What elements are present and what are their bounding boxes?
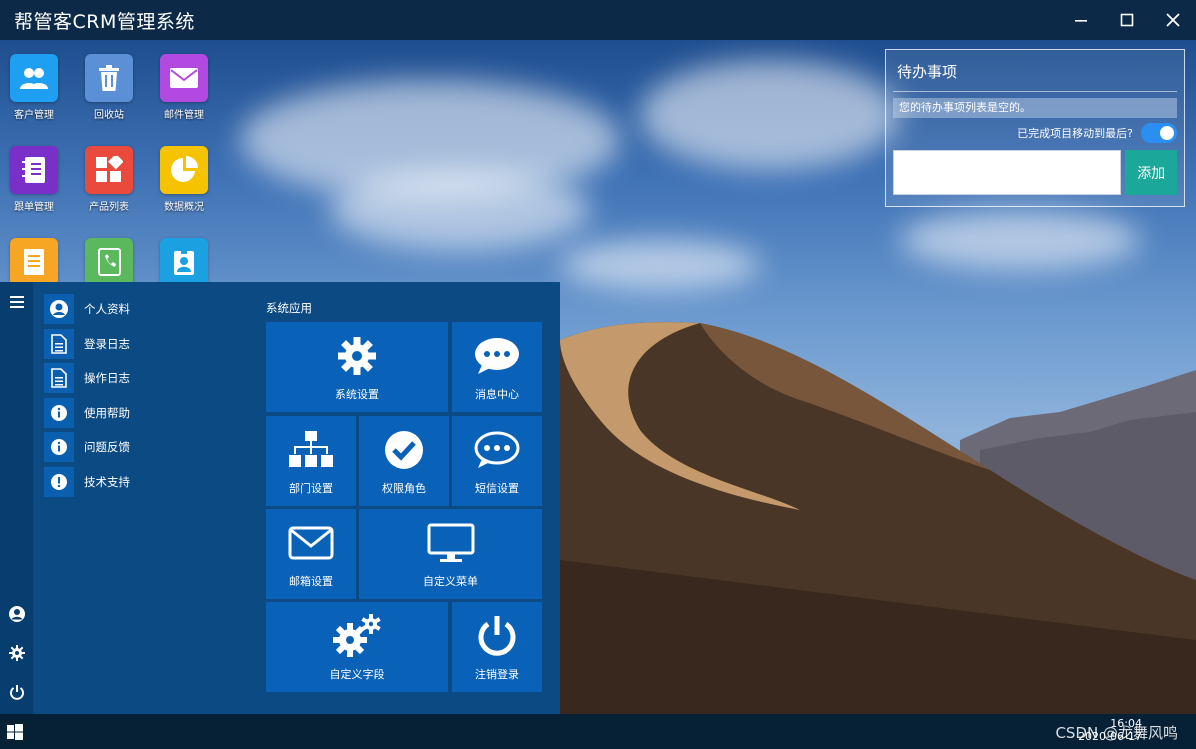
menu-item-operation-log[interactable]: 操作日志 xyxy=(44,361,244,396)
menu-item-login-log[interactable]: 登录日志 xyxy=(44,327,244,362)
contacts-book-icon xyxy=(85,238,133,286)
tile-system-settings[interactable]: 系统设置 xyxy=(266,322,448,412)
info-icon xyxy=(44,432,74,463)
users-icon xyxy=(10,54,58,102)
todo-toggle-row: 已完成项目移动到最后? xyxy=(893,118,1177,148)
gear-icon xyxy=(266,322,448,390)
start-button[interactable] xyxy=(0,714,30,749)
desktop-icon-products[interactable]: 产品列表 xyxy=(77,146,141,213)
tile-logout[interactable]: 注销登录 xyxy=(452,602,542,692)
menu-item-help[interactable]: 使用帮助 xyxy=(44,396,244,431)
todo-input-row: 添加 xyxy=(893,150,1177,195)
gears-icon xyxy=(266,602,448,670)
minimize-button[interactable] xyxy=(1058,0,1104,40)
tile-mailbox-settings[interactable]: 邮箱设置 xyxy=(266,509,356,599)
windows-logo-icon xyxy=(7,723,23,740)
menu-item-feedback[interactable]: 问题反馈 xyxy=(44,430,244,465)
maximize-button[interactable] xyxy=(1104,0,1150,40)
chat-bubble-icon xyxy=(452,416,542,484)
trash-icon xyxy=(85,54,133,102)
user-circle-icon xyxy=(44,294,74,325)
exclamation-icon xyxy=(44,466,74,497)
document-icon xyxy=(10,238,58,286)
todo-add-button[interactable]: 添加 xyxy=(1125,150,1177,195)
window-controls xyxy=(1058,0,1196,40)
hamburger-button[interactable] xyxy=(0,287,33,317)
tile-sms-settings[interactable]: 短信设置 xyxy=(452,416,542,506)
menu-item-tech-support[interactable]: 技术支持 xyxy=(44,465,244,500)
todo-title: 待办事项 xyxy=(893,50,1177,92)
sitemap-icon xyxy=(266,416,356,484)
start-menu-rail xyxy=(0,282,33,714)
notebook-icon xyxy=(10,146,58,194)
maximize-icon xyxy=(1120,13,1134,27)
close-icon xyxy=(1166,13,1180,27)
info-icon xyxy=(44,397,74,428)
gear-icon xyxy=(8,645,25,661)
todo-input[interactable] xyxy=(893,150,1122,195)
desktop-icon-data-overview[interactable]: 数据概况 xyxy=(152,146,216,213)
monitor-icon xyxy=(359,509,542,577)
power-icon xyxy=(452,602,542,670)
hamburger-icon xyxy=(9,296,24,308)
title-bar: 帮管客CRM管理系统 xyxy=(0,0,1196,40)
id-badge-icon xyxy=(160,238,208,286)
desktop-icon-follow-up[interactable]: 跟单管理 xyxy=(2,146,66,213)
chat-bubble-icon xyxy=(452,322,542,390)
pie-icon xyxy=(160,146,208,194)
rail-settings-button[interactable] xyxy=(0,638,33,668)
toggle-knob xyxy=(1160,126,1174,140)
check-circle-icon xyxy=(359,416,449,484)
tile-permission-roles[interactable]: 权限角色 xyxy=(359,416,449,506)
desktop-icon-mail[interactable]: 邮件管理 xyxy=(152,54,216,121)
tile-department-settings[interactable]: 部门设置 xyxy=(266,416,356,506)
mail-icon xyxy=(160,54,208,102)
file-icon xyxy=(44,328,74,359)
todo-empty-message: 您的待办事项列表是空的。 xyxy=(893,98,1177,118)
user-circle-icon xyxy=(8,606,25,622)
file-icon xyxy=(44,363,74,394)
start-menu-list: 个人资料 登录日志 操作日志 使用帮助 问题反馈 技术支持 xyxy=(44,292,244,499)
window-title: 帮管客CRM管理系统 xyxy=(14,10,195,33)
power-icon xyxy=(9,685,24,700)
grid-icon xyxy=(85,146,133,194)
csdn-watermark: CSDN @龙舞风鸣 xyxy=(1055,724,1178,742)
rail-profile-button[interactable] xyxy=(0,599,33,629)
todo-toggle-label: 已完成项目移动到最后? xyxy=(1017,127,1133,140)
tile-custom-fields[interactable]: 自定义字段 xyxy=(266,602,448,692)
tile-custom-menu[interactable]: 自定义菜单 xyxy=(359,509,542,599)
tile-message-center[interactable]: 消息中心 xyxy=(452,322,542,412)
envelope-icon xyxy=(266,509,356,577)
desktop-icon-recycle-bin[interactable]: 回收站 xyxy=(77,54,141,121)
desktop-icon-customers[interactable]: 客户管理 xyxy=(2,54,66,121)
crm-window: 帮管客CRM管理系统 客户管理 回收站 邮件管理 跟单管理 产品列表 数据概况 … xyxy=(0,0,1196,749)
move-completed-toggle[interactable] xyxy=(1141,123,1177,143)
taskbar: 16:04 2020-06-17 CSDN @龙舞风鸣 xyxy=(0,714,1196,749)
close-button[interactable] xyxy=(1150,0,1196,40)
todo-widget: 待办事项 您的待办事项列表是空的。 已完成项目移动到最后? 添加 xyxy=(885,49,1185,207)
rail-power-button[interactable] xyxy=(0,677,33,707)
menu-item-profile[interactable]: 个人资料 xyxy=(44,292,244,327)
minimize-icon xyxy=(1075,20,1087,22)
system-apps-heading: 系统应用 xyxy=(266,301,312,315)
start-menu: 个人资料 登录日志 操作日志 使用帮助 问题反馈 技术支持 系统应用 系统设置 … xyxy=(0,282,560,714)
